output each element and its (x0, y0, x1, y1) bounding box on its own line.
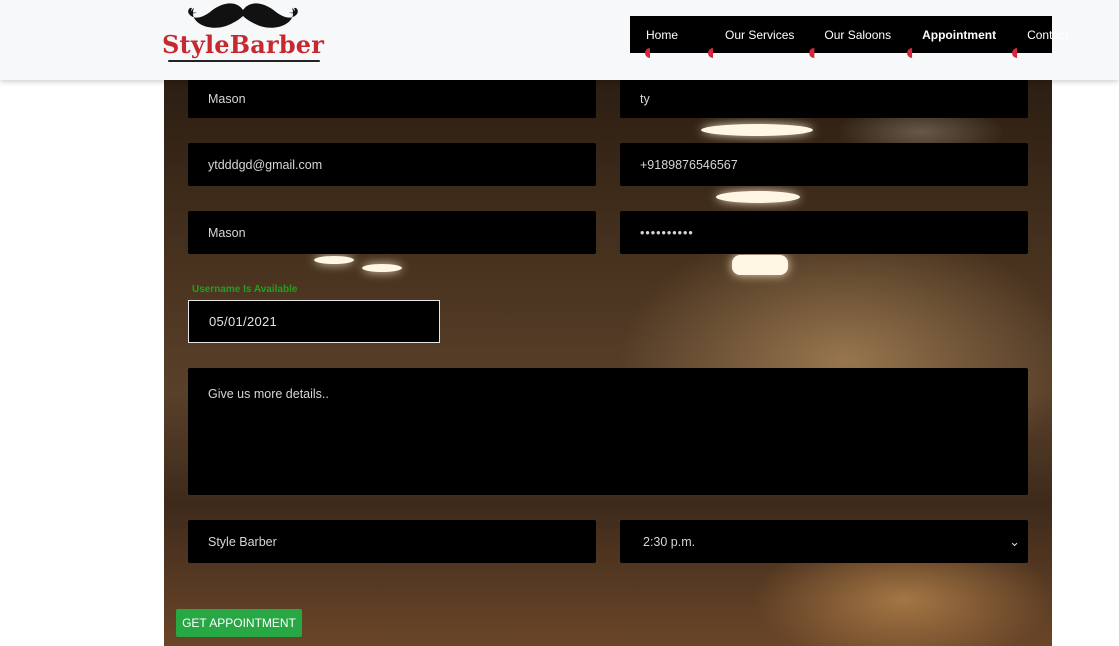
nav-our-saloons-label: Our Saloons (824, 27, 892, 42)
last-name-field[interactable]: ty (620, 80, 1028, 118)
nav-corner-accent (809, 48, 815, 58)
details-textarea[interactable]: Give us more details.. (188, 368, 1028, 495)
nav-our-services-label: Our Services (725, 27, 795, 42)
phone-field[interactable]: +9189876546567 (620, 143, 1028, 186)
nav-contact-label: Contact (1027, 27, 1069, 42)
nav-home[interactable]: Home (645, 16, 679, 58)
ceiling-light (701, 124, 813, 136)
ceiling-light (314, 256, 354, 264)
nav-corner-accent (1012, 48, 1018, 58)
nav-our-services[interactable]: Our Services (708, 16, 795, 58)
site-logo[interactable]: StyleBarber (162, 0, 326, 66)
logo-text: StyleBarber (162, 30, 325, 59)
nav-our-saloons[interactable]: Our Saloons (809, 16, 892, 58)
nav-contact[interactable]: Contact (1012, 16, 1069, 58)
time-select[interactable]: 2:30 p.m. ⌄ (620, 520, 1028, 563)
get-appointment-button[interactable]: GET APPOINTMENT (176, 609, 302, 637)
nav-home-label: Home (646, 27, 679, 42)
logo-underline (168, 60, 320, 62)
date-field[interactable]: 05/01/2021 (188, 300, 440, 343)
nav-corner-accent (907, 48, 913, 58)
saloon-field[interactable]: Style Barber (188, 520, 596, 563)
ceiling-light (362, 264, 402, 272)
nav-corner-accent (645, 48, 650, 58)
main-nav: Home Our Services Our Saloons Appointmen… (630, 16, 1068, 58)
nav-appointment-label: Appointment (922, 27, 997, 42)
password-field[interactable]: •••••••••• (620, 211, 1028, 254)
time-select-value: 2:30 p.m. (643, 534, 696, 549)
nav-corner-accent (708, 48, 714, 58)
nav-appointment[interactable]: Appointment (907, 16, 997, 58)
first-name-field[interactable]: Mason (188, 80, 596, 118)
site-header: StyleBarber Home Our Services Our Saloon… (0, 0, 1119, 80)
chevron-down-icon: ⌄ (1009, 533, 1020, 549)
ceiling-light (716, 191, 800, 203)
ceiling-light (732, 255, 788, 275)
mustache-icon (188, 3, 298, 28)
username-field[interactable]: Mason (188, 211, 596, 254)
email-field[interactable]: ytdddgd@gmail.com (188, 143, 596, 186)
username-status-text: Username Is Available (192, 284, 298, 295)
appointment-section: Mason ty ytdddgd@gmail.com +918987654656… (164, 80, 1052, 646)
